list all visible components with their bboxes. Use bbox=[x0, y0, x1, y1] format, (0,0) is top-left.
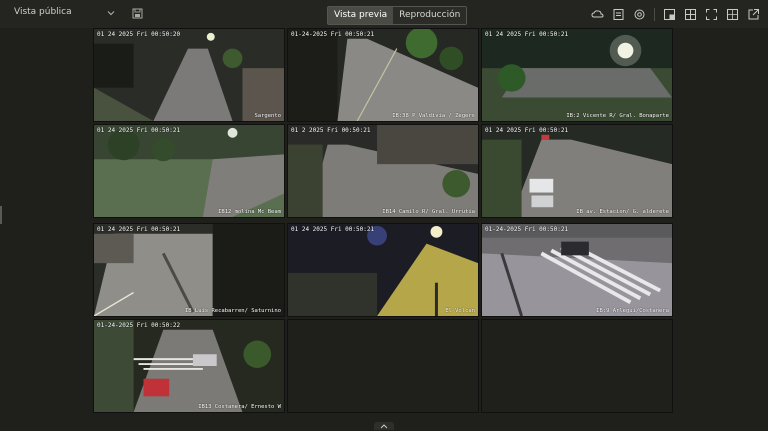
camera-feed bbox=[94, 125, 284, 217]
top-toolbar: Vista pública Vista previa Reproducción bbox=[0, 0, 768, 28]
save-icon[interactable] bbox=[132, 8, 143, 19]
camera-label: IB:2 Vicente R/ Gral. Bonaparte bbox=[566, 113, 669, 119]
camera-label: IB av. Estacion/ G. alderete bbox=[576, 209, 669, 215]
camera-timestamp: 01 24 2025 Fri 00:50:20 bbox=[97, 31, 181, 38]
camera-tile[interactable]: 01 24 2025 Fri 00:50:20 Sargento bbox=[93, 28, 285, 122]
camera-label: IB:9 Arlegui/Costanera bbox=[596, 308, 669, 314]
camera-label: El Volcan bbox=[445, 308, 475, 314]
side-panel-handle[interactable] bbox=[0, 206, 2, 224]
empty-tile[interactable] bbox=[287, 319, 479, 413]
camera-grid: 01 24 2025 Fri 00:50:20 Sargento 01-24-2… bbox=[93, 28, 674, 415]
camera-tile[interactable]: 01 24 2025 Fri 00:50:21 IB12 molina Mc B… bbox=[93, 124, 285, 218]
camera-tile[interactable]: 01 24 2025 Fri 00:50:21 IB Luis Recabarr… bbox=[93, 223, 285, 317]
camera-label: IB14 Camilo R/ Gral. Urrutia bbox=[382, 209, 475, 215]
camera-label: IB:38 P Valdivia / Zegers bbox=[392, 113, 475, 119]
empty-tile[interactable] bbox=[481, 319, 673, 413]
camera-timestamp: 01 24 2025 Fri 00:50:21 bbox=[97, 226, 181, 233]
tab-reproduccion[interactable]: Reproducción bbox=[393, 7, 467, 24]
camera-tile[interactable]: 01 24 2025 Fri 00:50:21 IB av. Estacion/… bbox=[481, 124, 673, 218]
camera-timestamp: 01 24 2025 Fri 00:50:21 bbox=[97, 127, 181, 134]
camera-feed bbox=[94, 320, 284, 412]
camera-tile[interactable]: 01 24 2025 Fri 00:50:21 IB:2 Vicente R/ … bbox=[481, 28, 673, 122]
camera-timestamp: 01-24-2025 Fri 00:50:21 bbox=[485, 226, 569, 233]
camera-timestamp: 01-24-2025 Fri 00:50:21 bbox=[291, 31, 375, 38]
camera-label: IB Luis Recabarren/ Saturnino bbox=[184, 308, 281, 314]
toolbar-divider bbox=[654, 8, 655, 21]
camera-feed bbox=[482, 224, 672, 316]
camera-timestamp: 01-24-2025 Fri 00:50:22 bbox=[97, 322, 181, 329]
camera-feed bbox=[482, 29, 672, 121]
view-title[interactable]: Vista pública bbox=[14, 7, 72, 17]
camera-feed bbox=[94, 224, 284, 316]
camera-timestamp: 01 2 2025 Fri 00:50:21 bbox=[291, 127, 371, 134]
camera-tile[interactable]: 01 2 2025 Fri 00:50:21 IB14 Camilo R/ Gr… bbox=[287, 124, 479, 218]
chevron-down-icon[interactable] bbox=[106, 8, 116, 18]
camera-feed bbox=[288, 224, 478, 316]
mode-tabs: Vista previa Reproducción bbox=[327, 6, 468, 25]
fullscreen-icon[interactable] bbox=[705, 8, 718, 21]
export-icon[interactable] bbox=[747, 8, 760, 21]
camera-timestamp: 01 24 2025 Fri 00:50:21 bbox=[291, 226, 375, 233]
toolbar-icons bbox=[591, 8, 760, 21]
layout-icon[interactable] bbox=[684, 8, 697, 21]
settings-icon[interactable] bbox=[633, 8, 646, 21]
cloud-icon[interactable] bbox=[591, 8, 604, 21]
camera-tile[interactable]: 01 24 2025 Fri 00:50:21 El Volcan bbox=[287, 223, 479, 317]
chevron-up-icon bbox=[380, 424, 388, 429]
camera-tile[interactable]: 01-24-2025 Fri 00:50:21 IB:38 P Valdivia… bbox=[287, 28, 479, 122]
camera-timestamp: 01 24 2025 Fri 00:50:21 bbox=[485, 31, 569, 38]
camera-feed bbox=[94, 29, 284, 121]
camera-feed bbox=[288, 29, 478, 121]
grid-icon[interactable] bbox=[726, 8, 739, 21]
camera-feed bbox=[288, 125, 478, 217]
camera-tile[interactable]: 01-24-2025 Fri 00:50:22 IB13 Costanera/ … bbox=[93, 319, 285, 413]
window-icon[interactable] bbox=[663, 8, 676, 21]
camera-tile[interactable]: 01-24-2025 Fri 00:50:21 IB:9 Arlegui/Cos… bbox=[481, 223, 673, 317]
snapshot-icon[interactable] bbox=[612, 8, 625, 21]
camera-label: IB13 Costanera/ Ernesto W bbox=[198, 404, 281, 410]
camera-timestamp: 01 24 2025 Fri 00:50:21 bbox=[485, 127, 569, 134]
camera-label: IB12 molina Mc Beam bbox=[218, 209, 281, 215]
camera-feed bbox=[482, 125, 672, 217]
camera-label: Sargento bbox=[254, 113, 282, 119]
tab-vista-previa[interactable]: Vista previa bbox=[328, 7, 394, 24]
bottom-panel-toggle[interactable] bbox=[374, 422, 394, 430]
